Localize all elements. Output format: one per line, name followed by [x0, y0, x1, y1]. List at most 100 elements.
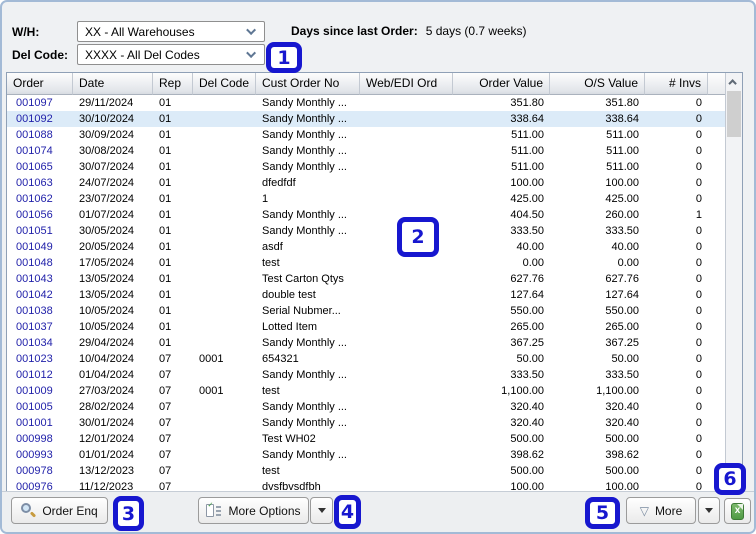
cell-invs: 0 [695, 177, 702, 189]
cell-custorder: test [262, 465, 280, 477]
scrollbar-thumb[interactable] [727, 91, 741, 137]
scroll-up-button[interactable] [726, 74, 742, 90]
table-row[interactable]: 001048 17/05/2024 01 test 0.00 0.00 0 [7, 255, 725, 271]
cell-ordervalue: 320.40 [510, 417, 544, 429]
cell-custorder: test [262, 385, 280, 397]
table-row[interactable]: 001043 13/05/2024 01 Test Carton Qtys 627.76… [7, 271, 725, 287]
table-row[interactable]: 001034 29/04/2024 01 Sandy Monthly ... 367.2… [7, 335, 725, 351]
cell-webedi [360, 367, 453, 383]
cell-order: 001038 [16, 305, 53, 317]
cell-rep: 07 [159, 433, 172, 445]
cell-custorder: double test [262, 289, 316, 301]
table-row[interactable]: 001042 13/05/2024 01 double test 127.64 127.6… [7, 287, 725, 303]
table-row[interactable]: 001001 30/01/2024 07 Sandy Monthly ... 320.4… [7, 415, 725, 431]
header-cell-order[interactable]: Order [7, 73, 73, 95]
cell-date: 28/02/2024 [79, 401, 135, 413]
magnifier-icon [21, 503, 37, 518]
cell-osvalue: 500.00 [605, 465, 639, 477]
cell-rep: 07 [159, 369, 172, 381]
table-row[interactable]: 000978 13/12/2023 07 test 500.00 500.00 0 [7, 463, 725, 479]
cell-webedi [360, 351, 453, 367]
cell-delcode [193, 255, 256, 271]
header-cell-date[interactable]: Date [73, 73, 153, 95]
more-options-label: More Options [228, 503, 301, 518]
warehouse-select-value: XX - All Warehouses [85, 24, 195, 39]
table-row[interactable]: 001038 10/05/2024 01 Serial Nubmer... 550.00… [7, 303, 725, 319]
cell-ordervalue: 50.00 [516, 353, 544, 365]
excel-icon: x [731, 502, 744, 520]
export-excel-button[interactable]: x [724, 498, 751, 524]
table-row[interactable]: 001023 10/04/2024 07 0001 654321 50.00 50.00 0 [7, 351, 725, 367]
cell-invs: 0 [695, 369, 702, 381]
cell-invs: 0 [695, 129, 702, 141]
table-row[interactable]: 000998 12/01/2024 07 Test WH02 500.00 500.00 0 [7, 431, 725, 447]
table-row[interactable]: 001065 30/07/2024 01 Sandy Monthly ... 511.0… [7, 159, 725, 175]
more-options-dropdown-button[interactable] [310, 497, 333, 524]
cell-custorder: Sandy Monthly ... [262, 401, 347, 413]
table-row[interactable]: 001088 30/09/2024 01 Sandy Monthly ... 511.0… [7, 127, 725, 143]
cell-rep: 01 [159, 273, 172, 285]
header-cell-custorder[interactable]: Cust Order No [256, 73, 360, 95]
cell-order: 001065 [16, 161, 53, 173]
delcode-select[interactable]: XXXX - All Del Codes [77, 44, 265, 65]
cell-delcode: 0001 [199, 385, 224, 397]
delcode-select-value: XXXX - All Del Codes [85, 47, 200, 62]
table-row[interactable]: 001051 30/05/2024 01 Sandy Monthly ... 333.5… [7, 223, 725, 239]
table-row[interactable]: 001074 30/08/2024 01 Sandy Monthly ... 511.0… [7, 143, 725, 159]
more-dropdown-button[interactable] [698, 497, 720, 524]
cell-osvalue: 127.64 [605, 289, 639, 301]
table-row[interactable]: 001049 20/05/2024 01 asdf 40.00 40.00 0 [7, 239, 725, 255]
header-cell-delcode[interactable]: Del Code [193, 73, 256, 95]
annotation-marker-6: 6 [714, 463, 746, 495]
table-row[interactable]: 001056 01/07/2024 01 Sandy Monthly ... 404.5… [7, 207, 725, 223]
days-since-label: Days since last Order: [291, 24, 418, 38]
table-row[interactable]: 000993 01/01/2024 07 Sandy Monthly ... 398.6… [7, 447, 725, 463]
cell-ordervalue: 351.80 [510, 97, 544, 109]
cell-order: 001088 [16, 129, 53, 141]
cell-rep: 01 [159, 145, 172, 157]
header-cell-webedi[interactable]: Web/EDI Ord [360, 73, 453, 95]
cell-rep: 01 [159, 97, 172, 109]
table-row[interactable]: 001062 23/07/2024 01 1 425.00 425.00 0 [7, 191, 725, 207]
cell-delcode [193, 111, 256, 127]
cell-order: 001097 [16, 97, 53, 109]
cell-ordervalue: 367.25 [510, 337, 544, 349]
cell-date: 01/04/2024 [79, 369, 135, 381]
dropdown-arrow-icon [705, 508, 713, 513]
header-cell-osvalue[interactable]: O/S Value [550, 73, 645, 95]
cell-delcode [193, 143, 256, 159]
cell-ordervalue: 627.76 [510, 273, 544, 285]
cell-rep: 01 [159, 305, 172, 317]
header-cell-ordervalue[interactable]: Order Value [453, 73, 550, 95]
table-row[interactable]: 001092 30/10/2024 01 Sandy Monthly ... 338.6… [7, 111, 725, 127]
cell-order: 001049 [16, 241, 53, 253]
cell-osvalue: 320.40 [605, 417, 639, 429]
cell-ordervalue: 338.64 [510, 113, 544, 125]
table-row[interactable]: 001005 28/02/2024 07 Sandy Monthly ... 320.4… [7, 399, 725, 415]
table-row[interactable]: 001037 10/05/2024 01 Lotted Item 265.00 265.0… [7, 319, 725, 335]
cell-delcode [193, 175, 256, 191]
table-row[interactable]: 001063 24/07/2024 01 dfedfdf 100.00 100.00 0 [7, 175, 725, 191]
cell-date: 30/10/2024 [79, 113, 135, 125]
header-cell-rep[interactable]: Rep [153, 73, 193, 95]
cell-delcode [193, 159, 256, 175]
cell-ordervalue: 333.50 [510, 225, 544, 237]
order-enq-button[interactable]: Order Enq [11, 497, 108, 524]
cell-rep: 07 [159, 401, 172, 413]
more-button[interactable]: ▽ More [626, 497, 696, 524]
cell-date: 10/04/2024 [79, 353, 135, 365]
cell-invs: 0 [695, 97, 702, 109]
table-row[interactable]: 001097 29/11/2024 01 Sandy Monthly ... 351.8… [7, 95, 725, 111]
more-options-button[interactable]: ✓ More Options [198, 497, 309, 524]
header-cell-invs[interactable]: # Invs [645, 73, 708, 95]
cell-ordervalue: 320.40 [510, 401, 544, 413]
vertical-scrollbar[interactable] [725, 73, 742, 494]
table-row[interactable]: 001009 27/03/2024 07 0001 test 1,100.00 1,100.… [7, 383, 725, 399]
cell-ordervalue: 425.00 [510, 193, 544, 205]
warehouse-select[interactable]: XX - All Warehouses [77, 21, 265, 42]
cell-order: 001092 [16, 113, 53, 125]
table-row[interactable]: 001012 01/04/2024 07 Sandy Monthly ... 333.5… [7, 367, 725, 383]
cell-webedi [360, 431, 453, 447]
cell-webedi [360, 303, 453, 319]
cell-delcode [193, 191, 256, 207]
